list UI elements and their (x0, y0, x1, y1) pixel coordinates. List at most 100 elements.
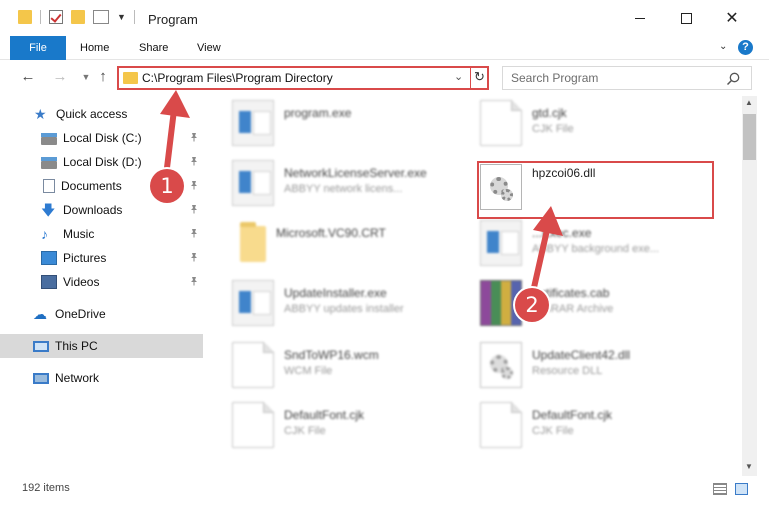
folder-icon[interactable] (18, 10, 32, 24)
music-note-icon: ♪ (41, 226, 48, 242)
tab-view[interactable]: View (197, 36, 221, 60)
file-name: Microsoft.VC90.CRT (276, 226, 386, 240)
pin-icon[interactable] (189, 228, 199, 238)
file-item[interactable]: UpdateClient42.dll Resource DLL (480, 340, 720, 398)
up-arrow-icon[interactable]: ↑ (93, 67, 113, 87)
annotation-callout-1: 1 (150, 169, 184, 203)
file-item[interactable]: UpdateInstaller.exe ABBYY updates instal… (232, 278, 472, 336)
toolbar-divider (40, 10, 41, 24)
pin-icon[interactable] (189, 204, 199, 214)
picture-icon (41, 251, 57, 265)
address-divider (470, 68, 471, 88)
sidebar-item-label: Local Disk (C:) (63, 131, 142, 145)
sidebar-item-pictures[interactable]: Pictures (0, 246, 203, 270)
file-type: CJK File (532, 123, 574, 135)
maximize-button[interactable] (663, 0, 709, 36)
download-arrow-icon: 🡇 (41, 202, 56, 218)
pin-icon[interactable] (189, 276, 199, 286)
file-page-icon (480, 100, 522, 146)
tab-home[interactable]: Home (80, 36, 109, 60)
star-icon: ★ (34, 106, 47, 122)
file-page-icon (480, 402, 522, 448)
file-page-icon (232, 402, 274, 448)
file-name: SndToWP16.wcm (284, 348, 379, 362)
back-arrow-icon[interactable]: ← (18, 67, 38, 87)
title-bar: ▼ Program ✕ (0, 0, 769, 36)
navigation-bar: ← → ▼ ↑ C:\Program Files\Program Directo… (0, 61, 769, 95)
sidebar-item-label: Quick access (56, 107, 128, 121)
application-icon (232, 100, 274, 146)
address-path[interactable]: C:\Program Files\Program Directory (142, 71, 333, 85)
window-title: Program (148, 12, 198, 27)
forward-arrow-icon[interactable]: → (50, 67, 70, 87)
status-bar: 192 items (0, 476, 769, 500)
file-name: UpdateClient42.dll (532, 348, 631, 362)
file-type: ABBYY updates installer (284, 303, 404, 315)
search-input[interactable]: Search Program (502, 66, 752, 90)
file-page-icon (232, 342, 274, 388)
minimize-button[interactable] (617, 0, 663, 36)
large-icons-view-icon[interactable] (735, 483, 748, 495)
properties-check-icon[interactable] (49, 10, 63, 24)
scroll-down-arrow-icon[interactable]: ▼ (745, 462, 753, 471)
file-item[interactable]: gtd.cjk CJK File (480, 98, 720, 156)
document-icon (43, 179, 55, 193)
video-icon (41, 275, 57, 289)
sidebar-item-network[interactable]: Network (0, 366, 203, 390)
application-icon (232, 160, 274, 206)
file-type: WCM File (284, 365, 333, 377)
tab-share[interactable]: Share (139, 36, 168, 60)
close-icon: ✕ (725, 10, 739, 27)
close-button[interactable]: ✕ (709, 0, 755, 36)
file-item[interactable]: DefaultFont.cjk CJK File (232, 400, 472, 458)
file-type: ABBYY network licens... (284, 183, 403, 195)
details-view-icon[interactable] (713, 483, 727, 495)
file-type: CJK File (284, 425, 326, 437)
folder-icon (123, 72, 138, 84)
file-item[interactable]: SndToWP16.wcm WCM File (232, 340, 472, 398)
sidebar-item-label: Music (63, 227, 95, 241)
sidebar-item-label: This PC (55, 339, 98, 353)
expand-ribbon-chevron-icon[interactable]: ⌄ (719, 41, 729, 52)
new-folder-icon[interactable] (71, 10, 85, 24)
sidebar-item-label: Network (55, 371, 100, 385)
disk-icon (41, 133, 57, 145)
help-icon[interactable]: ? (738, 40, 753, 55)
file-item[interactable]: NetworkLicenseServer.exe ABBYY network l… (232, 158, 472, 216)
file-item[interactable]: Microsoft.VC90.CRT (232, 218, 472, 276)
file-type: CJK File (532, 425, 574, 437)
file-item[interactable]: DefaultFont.cjk CJK File (480, 400, 720, 458)
vertical-scrollbar[interactable]: ▲ ▼ (742, 96, 757, 476)
scroll-up-arrow-icon[interactable]: ▲ (745, 98, 753, 107)
customize-view-icon[interactable] (93, 10, 109, 24)
dll-gear-icon (480, 342, 522, 388)
item-count: 192 items (22, 482, 70, 494)
sidebar-item-music[interactable]: ♪ Music (0, 222, 203, 246)
sidebar-item-onedrive[interactable]: ☁ OneDrive (0, 302, 203, 326)
address-dropdown-chevron-icon[interactable]: ⌄ (454, 70, 463, 83)
maximize-icon (680, 12, 692, 24)
file-list: program.exe gtd.cjk CJK File NetworkLice… (206, 96, 742, 472)
tab-file[interactable]: File (10, 36, 66, 60)
sidebar-item-this-pc[interactable]: This PC (0, 334, 203, 358)
scrollbar-thumb[interactable] (743, 114, 756, 160)
sidebar-item-videos[interactable]: Videos (0, 270, 203, 294)
refresh-icon[interactable]: ↻ (474, 69, 485, 85)
file-name: NetworkLicenseServer.exe (284, 166, 427, 180)
search-placeholder: Search Program (511, 71, 599, 85)
file-name: DefaultFont.cjk (284, 408, 365, 422)
folder-icon (240, 222, 266, 262)
network-icon (33, 372, 49, 384)
file-name: DefaultFont.cjk (532, 408, 613, 422)
chevron-down-icon[interactable]: ▼ (117, 12, 126, 22)
file-item[interactable]: program.exe (232, 98, 472, 156)
file-explorer-window: ▼ Program ✕ File Home Share View ⌄ ? ← →… (0, 0, 769, 517)
toolbar-divider (133, 10, 135, 24)
file-name: gtd.cjk (532, 106, 567, 120)
address-bar[interactable]: C:\Program Files\Program Directory ⌄ ↻ (117, 66, 489, 90)
quick-access-toolbar: ▼ (18, 10, 135, 24)
pin-icon[interactable] (189, 252, 199, 262)
file-name: program.exe (284, 106, 352, 120)
sidebar-item-label: Local Disk (D:) (63, 155, 142, 169)
search-icon[interactable] (725, 71, 741, 87)
